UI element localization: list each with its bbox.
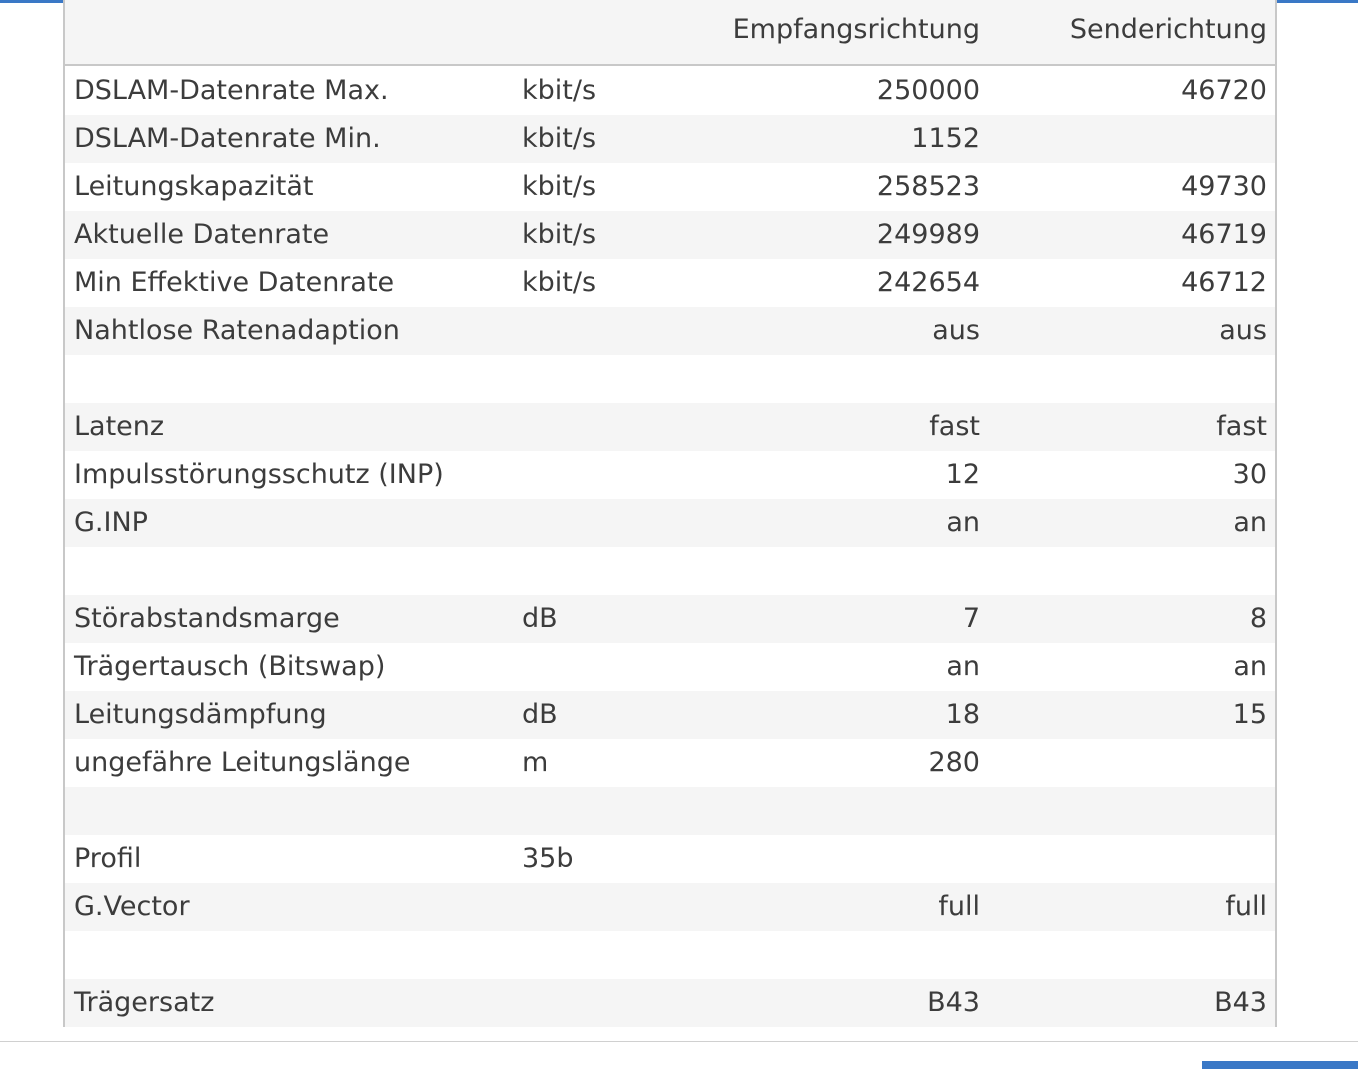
row-label: G.Vector: [74, 891, 190, 922]
row-receive-value: full: [938, 891, 980, 922]
row-send-value: full: [1225, 891, 1267, 922]
dsl-line-info-table: Empfangsrichtung Senderichtung DSLAM-Dat…: [63, 0, 1277, 1027]
table-row: [65, 787, 1275, 835]
row-label: Impulsstörungsschutz (INP): [74, 459, 444, 490]
row-send-value: an: [1233, 507, 1267, 538]
table-row: Profil 35b: [65, 835, 1275, 883]
row-receive-value: fast: [929, 411, 980, 442]
table-row: Leitungskapazität kbit/s 258523 49730: [65, 163, 1275, 211]
row-unit: 35b: [522, 843, 574, 874]
table-header: Empfangsrichtung Senderichtung: [65, 0, 1275, 66]
table-row: Trägersatz B43 B43: [65, 979, 1275, 1027]
row-label: Trägertausch (Bitswap): [74, 651, 386, 682]
row-label: Latenz: [74, 411, 165, 442]
row-receive-value: 249989: [876, 219, 980, 250]
row-receive-value: 12: [945, 459, 980, 490]
table-row: Aktuelle Datenrate kbit/s 249989 46719: [65, 211, 1275, 259]
row-label: Min Effektive Datenrate: [74, 267, 395, 298]
row-label: DSLAM-Datenrate Min.: [74, 123, 381, 154]
table-row: ungefähre Leitungslänge m 280: [65, 739, 1275, 787]
table-row: Nahtlose Ratenadaption aus aus: [65, 307, 1275, 355]
row-unit: dB: [522, 603, 558, 634]
row-receive-value: an: [946, 507, 980, 538]
row-send-value: 46712: [1181, 267, 1267, 298]
row-unit: m: [522, 747, 549, 778]
table-row: Störabstandsmarge dB 7 8: [65, 595, 1275, 643]
table-row: Latenz fast fast: [65, 403, 1275, 451]
row-label: DSLAM-Datenrate Max.: [74, 75, 389, 106]
row-unit: kbit/s: [522, 267, 597, 298]
table-row: G.INP an an: [65, 499, 1275, 547]
table-row: DSLAM-Datenrate Min. kbit/s 1152: [65, 115, 1275, 163]
row-unit: kbit/s: [522, 123, 597, 154]
row-unit: kbit/s: [522, 171, 597, 202]
row-send-value: fast: [1216, 411, 1267, 442]
table-row: Trägertausch (Bitswap) an an: [65, 643, 1275, 691]
row-send-value: 8: [1249, 603, 1267, 634]
table-row: Impulsstörungsschutz (INP) 12 30: [65, 451, 1275, 499]
row-label: Leitungskapazität: [74, 171, 314, 202]
row-send-value: B43: [1214, 987, 1267, 1018]
row-label: Leitungsdämpfung: [74, 699, 327, 730]
row-label: Störabstandsmarge: [74, 603, 340, 634]
row-receive-value: 18: [945, 699, 980, 730]
table-row: [65, 931, 1275, 979]
row-send-value: an: [1233, 651, 1267, 682]
row-send-value: 49730: [1181, 171, 1267, 202]
row-receive-value: B43: [927, 987, 980, 1018]
row-send-value: 30: [1232, 459, 1267, 490]
row-unit: dB: [522, 699, 558, 730]
table-body: DSLAM-Datenrate Max. kbit/s 250000 46720 DSL…: [65, 67, 1275, 1027]
row-send-value: aus: [1219, 315, 1267, 346]
action-button[interactable]: [1202, 1061, 1358, 1069]
row-label: G.INP: [74, 507, 148, 538]
table-row: DSLAM-Datenrate Max. kbit/s 250000 46720: [65, 67, 1275, 115]
row-label: ungefähre Leitungslänge: [74, 747, 411, 778]
row-receive-value: 280: [928, 747, 980, 778]
table-row: Min Effektive Datenrate kbit/s 242654 46712: [65, 259, 1275, 307]
table-row: [65, 355, 1275, 403]
row-receive-value: 258523: [876, 171, 980, 202]
table-row: Leitungsdämpfung dB 18 15: [65, 691, 1275, 739]
table-row: [65, 547, 1275, 595]
row-receive-value: 242654: [876, 267, 980, 298]
row-unit: kbit/s: [522, 75, 597, 106]
row-receive-value: an: [946, 651, 980, 682]
column-header-send: Senderichtung: [1069, 14, 1267, 45]
row-send-value: 15: [1232, 699, 1267, 730]
row-receive-value: 1152: [911, 123, 980, 154]
row-unit: kbit/s: [522, 219, 597, 250]
row-send-value: 46720: [1181, 75, 1267, 106]
column-header-receive: Empfangsrichtung: [732, 14, 980, 45]
row-receive-value: aus: [932, 315, 980, 346]
table-row: G.Vector full full: [65, 883, 1275, 931]
row-label: Profil: [74, 843, 142, 874]
row-receive-value: 7: [962, 603, 980, 634]
row-label: Aktuelle Datenrate: [74, 219, 330, 250]
row-label: Nahtlose Ratenadaption: [74, 315, 400, 346]
divider: [0, 1041, 1358, 1042]
row-send-value: 46719: [1181, 219, 1267, 250]
row-receive-value: 250000: [876, 75, 980, 106]
row-label: Trägersatz: [74, 987, 215, 1018]
